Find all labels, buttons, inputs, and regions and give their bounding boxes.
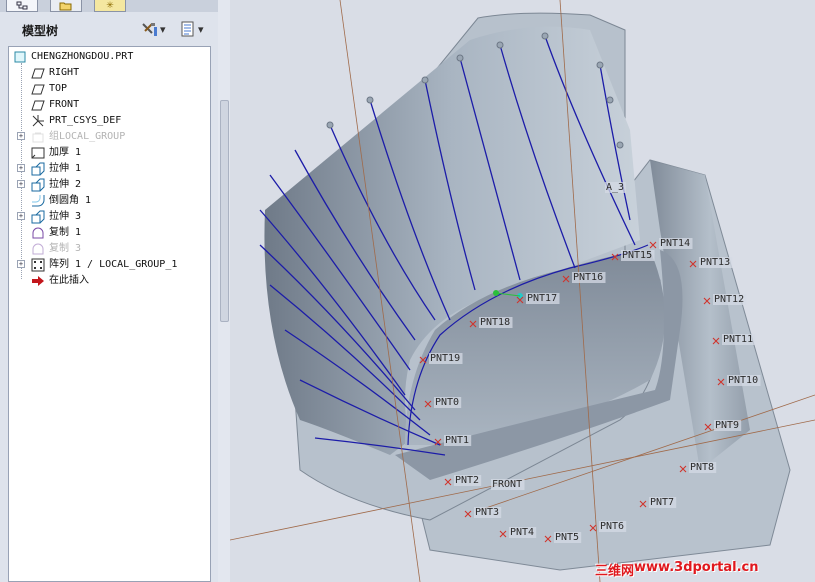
tree-item[interactable]: + 拉伸 2 — [9, 177, 210, 193]
point-label: PNT12 — [714, 294, 744, 305]
datum-point[interactable]: A_3 — [605, 182, 626, 193]
point-label: PNT14 — [660, 238, 690, 249]
tree-item-label: FRONT — [49, 99, 80, 110]
tree-item[interactable]: 倒圆角 1 — [9, 193, 210, 209]
model-tree[interactable]: CHENGZHONGDOU.PRT RIGHT TOP FRONT PRT_CSYS_D… — [8, 46, 211, 582]
point-label: PNT2 — [455, 475, 479, 486]
tree-item[interactable]: 复制 3 — [9, 241, 210, 257]
model-tree-header: 模型树 ▾ ▾ — [0, 14, 218, 44]
tree-item[interactable]: + 阵列 1 / LOCAL_GROUP_1 — [9, 257, 210, 273]
point-label: PNT7 — [650, 497, 674, 508]
tree-item[interactable]: + 拉伸 1 — [9, 161, 210, 177]
tree-item-label: 拉伸 2 — [49, 179, 82, 190]
tree-item[interactable]: 加厚 1 — [9, 145, 210, 161]
extrude-icon — [31, 210, 45, 224]
extrude-icon — [31, 162, 45, 176]
tree-item[interactable]: + 拉伸 3 — [9, 209, 210, 225]
point-label: PNT1 — [445, 435, 469, 446]
tree-item[interactable]: CHENGZHONGDOU.PRT — [9, 49, 210, 65]
tree-columns-icon — [181, 21, 194, 37]
tree-item[interactable]: FRONT — [9, 97, 210, 113]
tree-item[interactable]: PRT_CSYS_DEF — [9, 113, 210, 129]
point-label: PNT4 — [510, 527, 534, 538]
tree-item[interactable]: RIGHT — [9, 65, 210, 81]
tree-item-label: CHENGZHONGDOU.PRT — [31, 51, 134, 62]
expand-toggle-icon[interactable]: + — [17, 260, 25, 268]
settings-dropdown-button[interactable]: ▾ — [140, 20, 166, 38]
tree-item[interactable]: + 组LOCAL_GROUP — [9, 129, 210, 145]
tree-item-label: 在此插入 — [49, 275, 89, 286]
point-label: PNT0 — [435, 397, 459, 408]
point-label: PNT18 — [480, 317, 510, 328]
group-icon — [31, 130, 45, 144]
copy-icon — [31, 242, 45, 256]
datum-point[interactable]: FRONT — [491, 479, 525, 490]
expand-toggle-icon[interactable]: + — [17, 212, 25, 220]
panel-title: 模型树 — [22, 24, 59, 38]
datum-plane-icon — [31, 66, 45, 80]
tab-model-tree[interactable] — [6, 0, 38, 12]
tree-item-label: 拉伸 1 — [49, 163, 82, 174]
insert-here-arrow-icon — [31, 274, 45, 288]
point-label: PNT11 — [723, 334, 753, 345]
chevron-down-icon: ▾ — [198, 22, 204, 36]
tree-item-label: TOP — [49, 83, 68, 94]
tree-item-label: 复制 3 — [49, 243, 82, 254]
tab-folder-browser[interactable] — [50, 0, 82, 12]
tree-item-label: 组LOCAL_GROUP — [49, 131, 126, 142]
watermark-cn: 三维网 — [595, 564, 635, 579]
model-tree-icon — [16, 1, 28, 9]
point-label: PNT6 — [600, 521, 624, 532]
tree-item-label: 阵列 1 / LOCAL_GROUP_1 — [49, 259, 178, 270]
pattern-icon — [31, 258, 45, 272]
chevron-down-icon: ▾ — [160, 22, 166, 36]
copy-icon — [31, 226, 45, 240]
tree-item[interactable]: 在此插入 — [9, 273, 210, 289]
tree-item-label: 加厚 1 — [49, 147, 82, 158]
navigator-tabstrip: ✳ — [0, 0, 218, 12]
point-label: PNT9 — [715, 420, 739, 431]
point-label: PNT19 — [430, 353, 460, 364]
datum-plane-icon — [31, 98, 45, 112]
model-tree-panel: ✳ 模型树 ▾ ▾ CHENGZHONGDOU.PRT RIGHT TOP FRONT… — [0, 0, 218, 582]
point-label: A_3 — [606, 182, 624, 193]
tree-item-label: 复制 1 — [49, 227, 82, 238]
panel-scrollbar[interactable] — [218, 0, 230, 582]
extrude-icon — [31, 178, 45, 192]
point-label: FRONT — [492, 479, 522, 490]
scrollbar-handle[interactable] — [220, 100, 229, 322]
point-label: PNT3 — [475, 507, 499, 518]
tree-item[interactable]: 复制 1 — [9, 225, 210, 241]
expand-toggle-icon[interactable]: + — [17, 132, 25, 140]
tree-item-label: 倒圆角 1 — [49, 195, 92, 206]
point-label: PNT13 — [700, 257, 730, 268]
point-label: PNT15 — [622, 250, 652, 261]
watermark: 三维网 www.3dportal.cn — [595, 560, 759, 579]
point-label: PNT10 — [728, 375, 758, 386]
point-label: PNT8 — [690, 462, 714, 473]
expand-toggle-icon[interactable]: + — [17, 164, 25, 172]
watermark-url: www.3dportal.cn — [634, 560, 759, 575]
graphics-viewport[interactable]: A_3 PNT14 PNT15 PNT13 PNT16 PNT17 PNT12 PNT18 PN… — [230, 0, 815, 582]
part-icon — [13, 50, 27, 64]
expand-toggle-icon[interactable]: + — [17, 180, 25, 188]
model-render: A_3 PNT14 PNT15 PNT13 PNT16 PNT17 PNT12 PNT18 PN… — [230, 0, 815, 582]
show-dropdown-button[interactable]: ▾ — [180, 20, 204, 38]
round-icon — [31, 194, 45, 208]
datum-plane-icon — [31, 82, 45, 96]
tree-item-label: RIGHT — [49, 67, 80, 78]
point-label: PNT5 — [555, 532, 579, 543]
coordinate-system-icon — [31, 114, 45, 128]
thicken-icon — [31, 146, 45, 160]
point-label: PNT16 — [573, 272, 603, 283]
tree-item-label: PRT_CSYS_DEF — [49, 115, 122, 126]
point-label: PNT17 — [527, 293, 557, 304]
tree-item[interactable]: TOP — [9, 81, 210, 97]
favorites-star-icon: ✳ — [106, 0, 114, 11]
settings-tools-icon — [142, 23, 157, 36]
tab-favorites[interactable]: ✳ — [94, 0, 126, 12]
folder-icon — [59, 2, 72, 10]
tree-item-label: 拉伸 3 — [49, 211, 82, 222]
